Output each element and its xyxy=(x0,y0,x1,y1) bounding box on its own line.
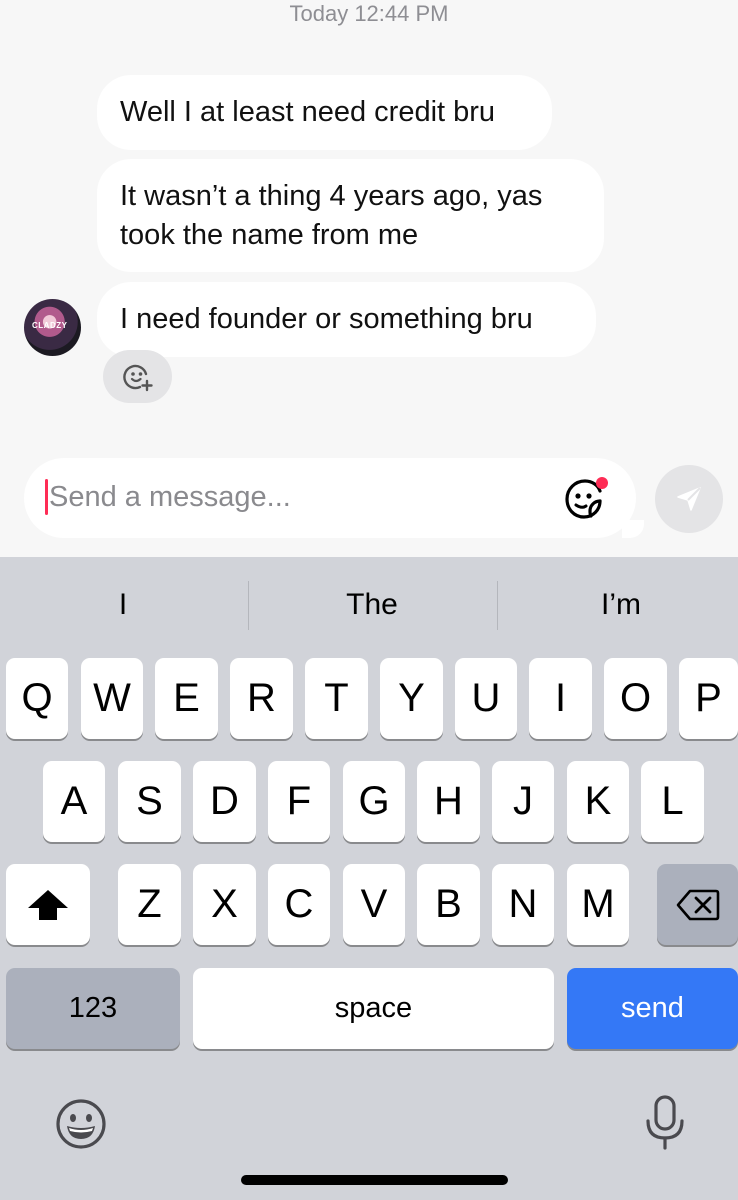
avatar[interactable]: CLADZY xyxy=(24,299,81,356)
key[interactable]: E xyxy=(155,658,218,739)
message-bubble[interactable]: I need founder or something bru xyxy=(97,282,596,357)
backspace-key[interactable] xyxy=(657,864,738,945)
add-reaction-button[interactable] xyxy=(103,350,172,403)
add-reaction-icon xyxy=(122,364,153,391)
avatar-badge-text: CLADZY xyxy=(32,321,68,330)
key[interactable]: F xyxy=(268,761,330,842)
composer-tail xyxy=(622,520,644,538)
sticker-icon[interactable] xyxy=(562,475,610,523)
key[interactable]: G xyxy=(343,761,405,842)
backspace-icon xyxy=(676,889,719,920)
key[interactable]: V xyxy=(343,864,405,945)
home-indicator xyxy=(241,1175,508,1185)
send-key[interactable]: send xyxy=(567,968,738,1049)
key[interactable]: P xyxy=(679,658,738,739)
key[interactable]: L xyxy=(641,761,704,842)
send-arrow-icon xyxy=(677,487,701,511)
suggestion-item[interactable]: I xyxy=(0,582,246,628)
key[interactable]: D xyxy=(193,761,256,842)
shift-key[interactable] xyxy=(6,864,90,945)
key[interactable]: Y xyxy=(380,658,443,739)
message-bubble[interactable]: Well I at least need credit bru xyxy=(97,75,552,150)
suggestion-item[interactable]: The xyxy=(249,582,495,628)
key[interactable]: T xyxy=(305,658,368,739)
key[interactable]: S xyxy=(118,761,181,842)
keyboard: I The I’m Q W E R T Y U I O P A S D F G … xyxy=(0,557,738,1200)
key[interactable]: C xyxy=(268,864,330,945)
key[interactable]: X xyxy=(193,864,256,945)
send-button[interactable] xyxy=(655,465,723,533)
key[interactable]: O xyxy=(604,658,667,739)
key[interactable]: N xyxy=(492,864,554,945)
key[interactable]: W xyxy=(81,658,143,739)
space-key[interactable]: space xyxy=(193,968,554,1049)
microphone-icon[interactable] xyxy=(643,1094,687,1152)
key[interactable]: Q xyxy=(6,658,68,739)
text-cursor xyxy=(45,479,48,515)
key[interactable]: M xyxy=(567,864,629,945)
predictive-bar: I The I’m xyxy=(0,557,738,655)
numbers-key[interactable]: 123 xyxy=(6,968,180,1049)
emoji-icon[interactable] xyxy=(54,1097,108,1151)
key[interactable]: H xyxy=(417,761,480,842)
key[interactable]: R xyxy=(230,658,293,739)
key[interactable]: A xyxy=(43,761,105,842)
key[interactable]: U xyxy=(455,658,517,739)
message-timestamp: Today 12:44 PM xyxy=(289,1,449,26)
shift-icon xyxy=(28,889,68,920)
key[interactable]: J xyxy=(492,761,554,842)
key[interactable]: K xyxy=(567,761,629,842)
key[interactable]: B xyxy=(417,864,480,945)
suggestion-item[interactable]: I’m xyxy=(498,582,738,628)
message-input[interactable] xyxy=(49,476,549,518)
key[interactable]: Z xyxy=(118,864,181,945)
key[interactable]: I xyxy=(529,658,592,739)
message-bubble[interactable]: It wasn’t a thing 4 years ago, yas took … xyxy=(97,159,604,272)
message-composer[interactable] xyxy=(24,458,644,538)
